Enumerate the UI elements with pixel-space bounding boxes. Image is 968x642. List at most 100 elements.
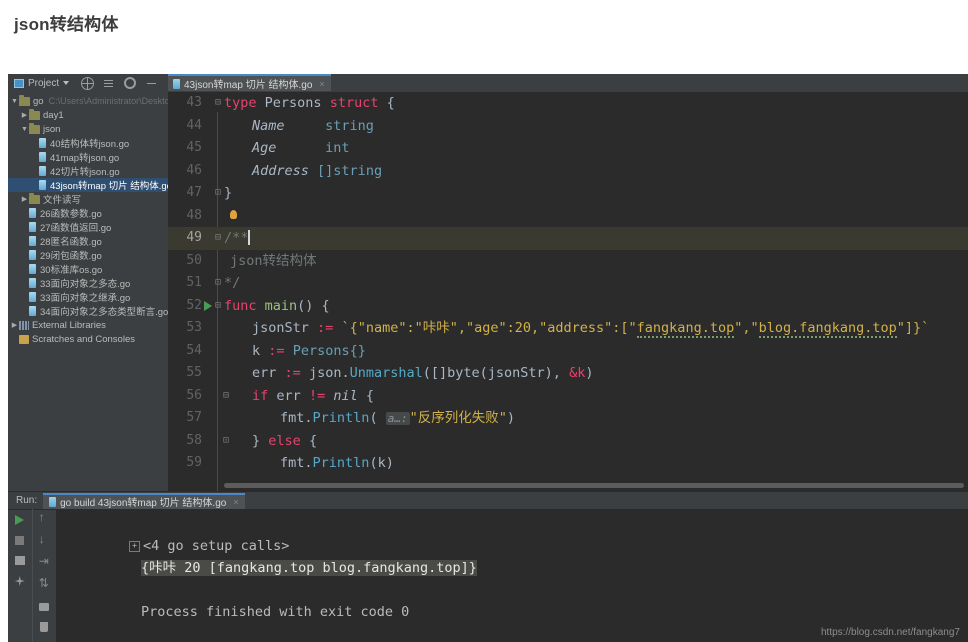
fold-icon[interactable]: ⊟ — [212, 92, 224, 115]
code-text: json转结构体 — [230, 252, 317, 269]
code-line[interactable]: 48 — [168, 205, 968, 228]
code-text: if err != nil { — [252, 387, 375, 404]
tree-item[interactable]: ▶33面向对象之继承.go — [8, 290, 168, 304]
run-side-toolbar — [8, 509, 56, 642]
folder-icon — [29, 122, 40, 134]
collapse-all-icon[interactable] — [103, 78, 114, 89]
tree-item[interactable]: ▶Scratches and Consoles — [8, 332, 168, 346]
tree-item[interactable]: ▶29闭包函数.go — [8, 248, 168, 262]
fold-icon[interactable]: ⊟ — [212, 227, 224, 250]
tree-item[interactable]: ▶ External Libraries — [8, 318, 168, 332]
run-icon[interactable] — [15, 515, 25, 525]
code-line[interactable]: 58 ⊡ } else { — [168, 430, 968, 453]
console-line: + <4 go setup calls> — [56, 513, 968, 554]
chevron-right-icon[interactable]: ▶ — [10, 321, 19, 329]
sort-icon[interactable] — [39, 576, 50, 592]
horizontal-scrollbar[interactable] — [224, 483, 964, 488]
scroll-down-icon[interactable] — [39, 532, 50, 548]
run-label: Run: — [16, 495, 38, 506]
pin-icon[interactable] — [14, 576, 25, 586]
code-line[interactable]: 44 Name string — [168, 115, 968, 138]
tree-item[interactable]: ▼ go C:\Users\Administrator\Deskto — [8, 94, 168, 108]
close-icon[interactable]: × — [319, 79, 324, 89]
chevron-down-icon[interactable]: ▼ — [10, 98, 19, 105]
tree-item[interactable]: ▶34面向对象之多态类型断言.go — [8, 304, 168, 318]
text-caret — [248, 230, 250, 245]
project-label: Project — [28, 77, 60, 89]
code-text: k := Persons{} — [252, 342, 366, 359]
tree-item[interactable]: ▶28匿名函数.go — [8, 234, 168, 248]
chevron-down-icon[interactable]: ▼ — [20, 126, 29, 133]
tree-item-label: 43json转map 切片 结构体.go — [50, 181, 169, 192]
line-number: 54 — [186, 342, 202, 358]
code-line[interactable]: 46 Address []string — [168, 160, 968, 183]
fold-icon[interactable]: ⊟ — [220, 385, 232, 408]
code-line[interactable]: 45 Age int — [168, 137, 968, 160]
tree-item[interactable]: ▶43json转map 切片 结构体.go — [8, 178, 168, 192]
project-tree[interactable]: ▼ go C:\Users\Administrator\Deskto ▶ day1 ▼ js… — [8, 92, 169, 492]
code-line[interactable]: 53 jsonStr := `{"name":"咔咔","age":20,"ad… — [168, 317, 968, 340]
fold-icon[interactable]: ⊡ — [212, 182, 224, 205]
tree-item[interactable]: ▶ day1 — [8, 108, 168, 122]
project-view-button[interactable]: Project — [8, 77, 70, 89]
soft-wrap-icon[interactable] — [39, 554, 50, 570]
expand-icon[interactable]: + — [129, 541, 141, 552]
code-line[interactable]: 50 json转结构体 — [168, 250, 968, 273]
editor-tab[interactable]: 43json转map 切片 结构体.go × — [168, 74, 331, 91]
minimize-icon[interactable] — [146, 78, 157, 89]
tree-item[interactable]: ▶33面向对象之多态.go — [8, 276, 168, 290]
code-line[interactable]: 54 k := Persons{} — [168, 340, 968, 363]
code-line[interactable]: 59 fmt.Println(k) — [168, 452, 968, 475]
tree-item[interactable]: ▶41map转json.go — [8, 150, 168, 164]
line-number: 49 — [186, 230, 202, 245]
tree-item[interactable]: ▶40结构体转json.go — [8, 136, 168, 150]
line-number: 45 — [186, 140, 202, 155]
gear-icon[interactable] — [124, 77, 137, 89]
code-editor[interactable]: 43 ⊟ type Persons struct { 44 Name strin… — [168, 92, 968, 492]
code-text: */ — [224, 275, 241, 291]
rows-icon[interactable] — [14, 556, 25, 565]
print-icon[interactable] — [39, 603, 50, 611]
fold-icon[interactable]: ⊟ — [212, 295, 224, 318]
run-gutter-icon[interactable] — [204, 300, 212, 311]
code-text: err := json.Unmarshal([]byte(jsonStr), &… — [252, 365, 594, 381]
tree-item[interactable]: ▶30标准库os.go — [8, 262, 168, 276]
locate-target-icon[interactable] — [81, 76, 95, 90]
page-title: json转结构体 — [14, 15, 119, 34]
code-line[interactable]: 47 ⊡ } — [168, 182, 968, 205]
run-tab[interactable]: go build 43json转map 切片 结构体.go × — [43, 492, 245, 509]
tree-item[interactable]: ▶42切片转json.go — [8, 164, 168, 178]
code-line[interactable]: 43 ⊟ type Persons struct { — [168, 92, 968, 115]
intention-bulb-icon[interactable] — [230, 209, 237, 219]
trash-icon[interactable] — [40, 622, 49, 632]
code-line[interactable]: 57 fmt.Println( a…: "反序列化失败") — [168, 407, 968, 430]
go-file-icon — [39, 152, 46, 162]
code-line[interactable]: 52 ⊟ func main() { — [168, 295, 968, 318]
code-line[interactable]: 51 ⊡ */ — [168, 272, 968, 295]
chevron-right-icon[interactable]: ▶ — [20, 111, 29, 119]
code-text: Name string — [252, 117, 374, 134]
code-line[interactable]: 55 err := json.Unmarshal([]byte(jsonStr)… — [168, 362, 968, 385]
fold-icon[interactable]: ⊡ — [212, 272, 224, 295]
tree-item[interactable]: ▶26函数参数.go — [8, 206, 168, 220]
go-file-icon — [29, 250, 36, 260]
tree-item[interactable]: ▶27函数值返回.go — [8, 220, 168, 234]
line-number: 55 — [186, 365, 202, 380]
tree-item[interactable]: ▼ json — [8, 122, 168, 136]
scroll-up-icon[interactable] — [39, 510, 50, 526]
code-line-current[interactable]: 49 ⊟ /** — [168, 227, 968, 250]
code-line[interactable]: 56 ⊟ if err != nil { — [168, 385, 968, 408]
tree-item-label: json — [43, 123, 61, 135]
code-text: jsonStr := `{"name":"咔咔","age":20,"addre… — [252, 320, 930, 338]
stop-icon[interactable] — [15, 536, 25, 545]
code-text: func main() { — [224, 297, 330, 314]
run-console[interactable]: + <4 go setup calls> {咔咔 20 [fangkang.top… — [56, 509, 968, 642]
chevron-right-icon[interactable]: ▶ — [20, 195, 29, 203]
line-number: 48 — [186, 207, 202, 223]
go-file-icon — [29, 278, 36, 288]
fold-icon[interactable]: ⊡ — [220, 430, 232, 453]
close-icon[interactable]: × — [233, 497, 238, 507]
tree-item[interactable]: ▶ 文件读写 — [8, 192, 168, 206]
tree-item-label: 34面向对象之多态类型断言.go — [40, 307, 169, 318]
line-number: 56 — [186, 387, 202, 403]
